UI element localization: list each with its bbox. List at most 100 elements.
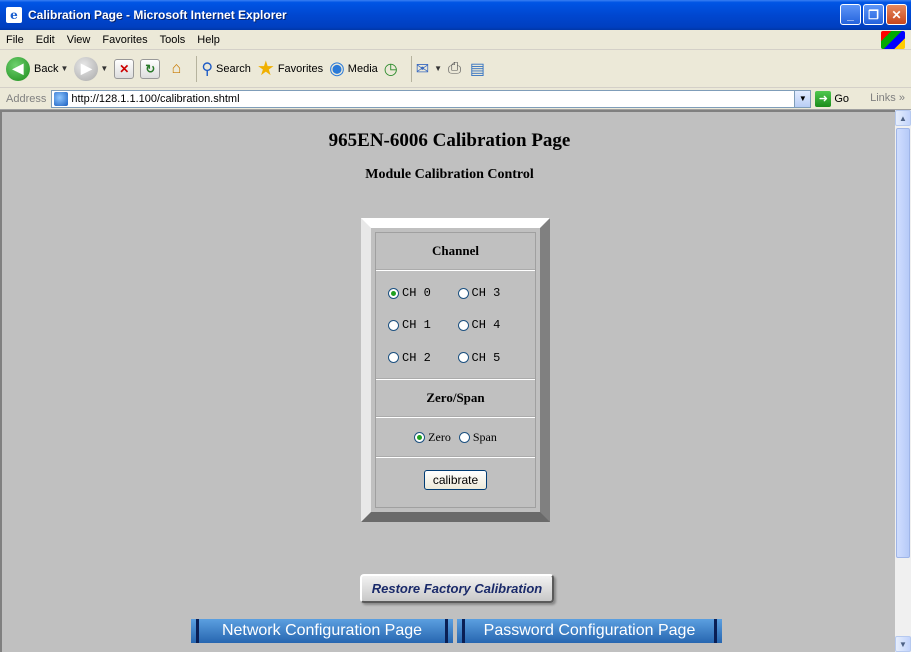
radio-button[interactable] (414, 431, 426, 443)
channel-label: CH 4 (471, 318, 501, 333)
channel-label: CH 1 (402, 318, 431, 333)
edit-button[interactable]: ▤ (470, 59, 488, 79)
home-icon: ⌂ (171, 59, 182, 77)
menu-edit[interactable]: Edit (36, 34, 55, 46)
password-config-link[interactable]: Password Configuration Page (457, 619, 722, 643)
nav-bar-edge (196, 619, 199, 643)
channel-label: CH 3 (471, 286, 501, 301)
span-radio[interactable]: Span (458, 429, 497, 445)
scrollbar-thumb[interactable] (896, 128, 910, 558)
radio-button[interactable] (457, 287, 469, 299)
home-button[interactable]: ⌂ (166, 59, 186, 79)
channel-radio-5[interactable]: CH 5 (457, 342, 528, 374)
search-label: Search (216, 62, 251, 75)
media-label: Media (347, 62, 378, 75)
restore-factory-calibration-button[interactable]: Restore Factory Calibration (360, 574, 554, 603)
address-input[interactable] (71, 92, 772, 105)
nav-bar-edge (462, 619, 465, 643)
zero-span-header: Zero/Span (376, 380, 535, 418)
scroll-up-button[interactable]: ▲ (895, 110, 911, 126)
print-button[interactable]: ⎙ (448, 60, 464, 78)
password-config-label: Password Configuration Page (483, 622, 696, 639)
radio-button[interactable] (388, 319, 399, 331)
address-field[interactable]: ▼ (51, 89, 812, 108)
search-button[interactable]: ⚲ Search (201, 59, 251, 79)
nav-bar-edge (445, 619, 448, 643)
forward-button[interactable]: ▶ ▼ (74, 56, 108, 81)
channel-radio-2[interactable]: CH 2 (388, 342, 458, 374)
toolbar-separator (196, 55, 198, 82)
back-button[interactable]: ◀ Back ▼ (6, 56, 68, 81)
menu-favorites[interactable]: Favorites (102, 34, 147, 46)
chevron-down-icon[interactable]: ▼ (434, 64, 442, 73)
minimize-button[interactable]: _ (840, 4, 861, 25)
menu-tools[interactable]: Tools (160, 34, 186, 46)
zero-radio[interactable]: Zero (414, 430, 451, 445)
refresh-icon: ↻ (140, 58, 161, 79)
links-toolbar[interactable]: Links » (870, 92, 905, 104)
forward-arrow-icon: ▶ (74, 56, 99, 81)
page-subtitle: Module Calibration Control (365, 167, 534, 182)
go-arrow-icon: ➜ (815, 90, 832, 107)
stop-button[interactable]: ✕ (114, 58, 135, 79)
calibration-form: Channel CH 0 CH 3 CH 1 CH 4 CH 2 CH 5 Ze… (361, 218, 550, 522)
menu-help[interactable]: Help (197, 34, 220, 46)
close-button[interactable]: ✕ (886, 4, 907, 25)
radio-button[interactable] (388, 287, 399, 299)
window-controls: _ ❐ ✕ (840, 4, 907, 25)
toolbar-separator (410, 55, 412, 82)
refresh-button[interactable]: ↻ (140, 58, 161, 79)
search-icon: ⚲ (201, 60, 214, 78)
span-label: Span (472, 429, 497, 444)
channel-radio-1[interactable]: CH 1 (388, 309, 458, 341)
print-icon: ⎙ (448, 59, 461, 77)
network-config-link[interactable]: Network Configuration Page (191, 619, 453, 643)
go-button[interactable]: ➜ Go (815, 90, 849, 107)
page-title: 965EN-6006 Calibration Page (328, 130, 571, 151)
favorites-label: Favorites (277, 62, 324, 75)
maximize-button[interactable]: ❐ (863, 4, 884, 25)
chevron-down-icon[interactable]: ▼ (100, 64, 108, 73)
channel-header: Channel (376, 233, 535, 271)
radio-button[interactable] (388, 352, 399, 364)
favorites-button[interactable]: ★ Favorites (257, 56, 323, 81)
menu-bar: File Edit View Favorites Tools Help (0, 30, 911, 50)
channel-label: CH 0 (402, 286, 431, 301)
mail-button[interactable]: ✉ ▼ (416, 59, 442, 79)
channel-radio-0[interactable]: CH 0 (388, 277, 458, 309)
links-label: Links (870, 92, 896, 104)
window-titlebar: e Calibration Page - Microsoft Internet … (0, 0, 911, 30)
zero-span-options: Zero Span (376, 418, 535, 458)
channel-radio-3[interactable]: CH 3 (457, 277, 528, 309)
radio-button[interactable] (458, 431, 470, 443)
vertical-scrollbar[interactable]: ▲ ▼ (895, 110, 911, 652)
history-button[interactable]: ◷ (384, 59, 401, 79)
back-label: Back (34, 62, 59, 75)
star-icon: ★ (256, 58, 275, 80)
menu-file[interactable]: File (6, 34, 24, 46)
zero-label: Zero (428, 429, 451, 444)
radio-button[interactable] (457, 352, 469, 364)
scroll-down-button[interactable]: ▼ (895, 636, 911, 652)
address-label: Address (6, 92, 47, 105)
channel-options: CH 0 CH 3 CH 1 CH 4 CH 2 CH 5 (376, 271, 535, 380)
windows-logo-icon (881, 31, 905, 49)
chevron-down-icon[interactable]: ▼ (60, 64, 68, 73)
media-button[interactable]: ◉ Media (329, 58, 378, 79)
calibrate-button[interactable]: calibrate (423, 470, 488, 490)
menu-view[interactable]: View (67, 34, 91, 46)
channel-radio-4[interactable]: CH 4 (457, 309, 528, 341)
nav-bar-edge (714, 619, 717, 643)
address-dropdown-button[interactable]: ▼ (794, 90, 811, 107)
channel-label: CH 5 (471, 350, 501, 365)
mail-icon: ✉ (415, 60, 430, 78)
page-content: 965EN-6006 Calibration Page Module Calib… (0, 110, 895, 652)
channel-label: CH 2 (402, 350, 431, 365)
network-config-label: Network Configuration Page (221, 622, 423, 639)
toolbar: ◀ Back ▼ ▶ ▼ ✕ ↻ ⌂ ⚲ Search ★ Favorites … (0, 50, 911, 88)
address-bar: Address ▼ ➜ Go Links » (0, 88, 911, 110)
page-icon (54, 91, 69, 106)
calibrate-row: calibrate (376, 458, 535, 502)
radio-button[interactable] (457, 319, 469, 331)
ie-icon: e (6, 7, 22, 23)
